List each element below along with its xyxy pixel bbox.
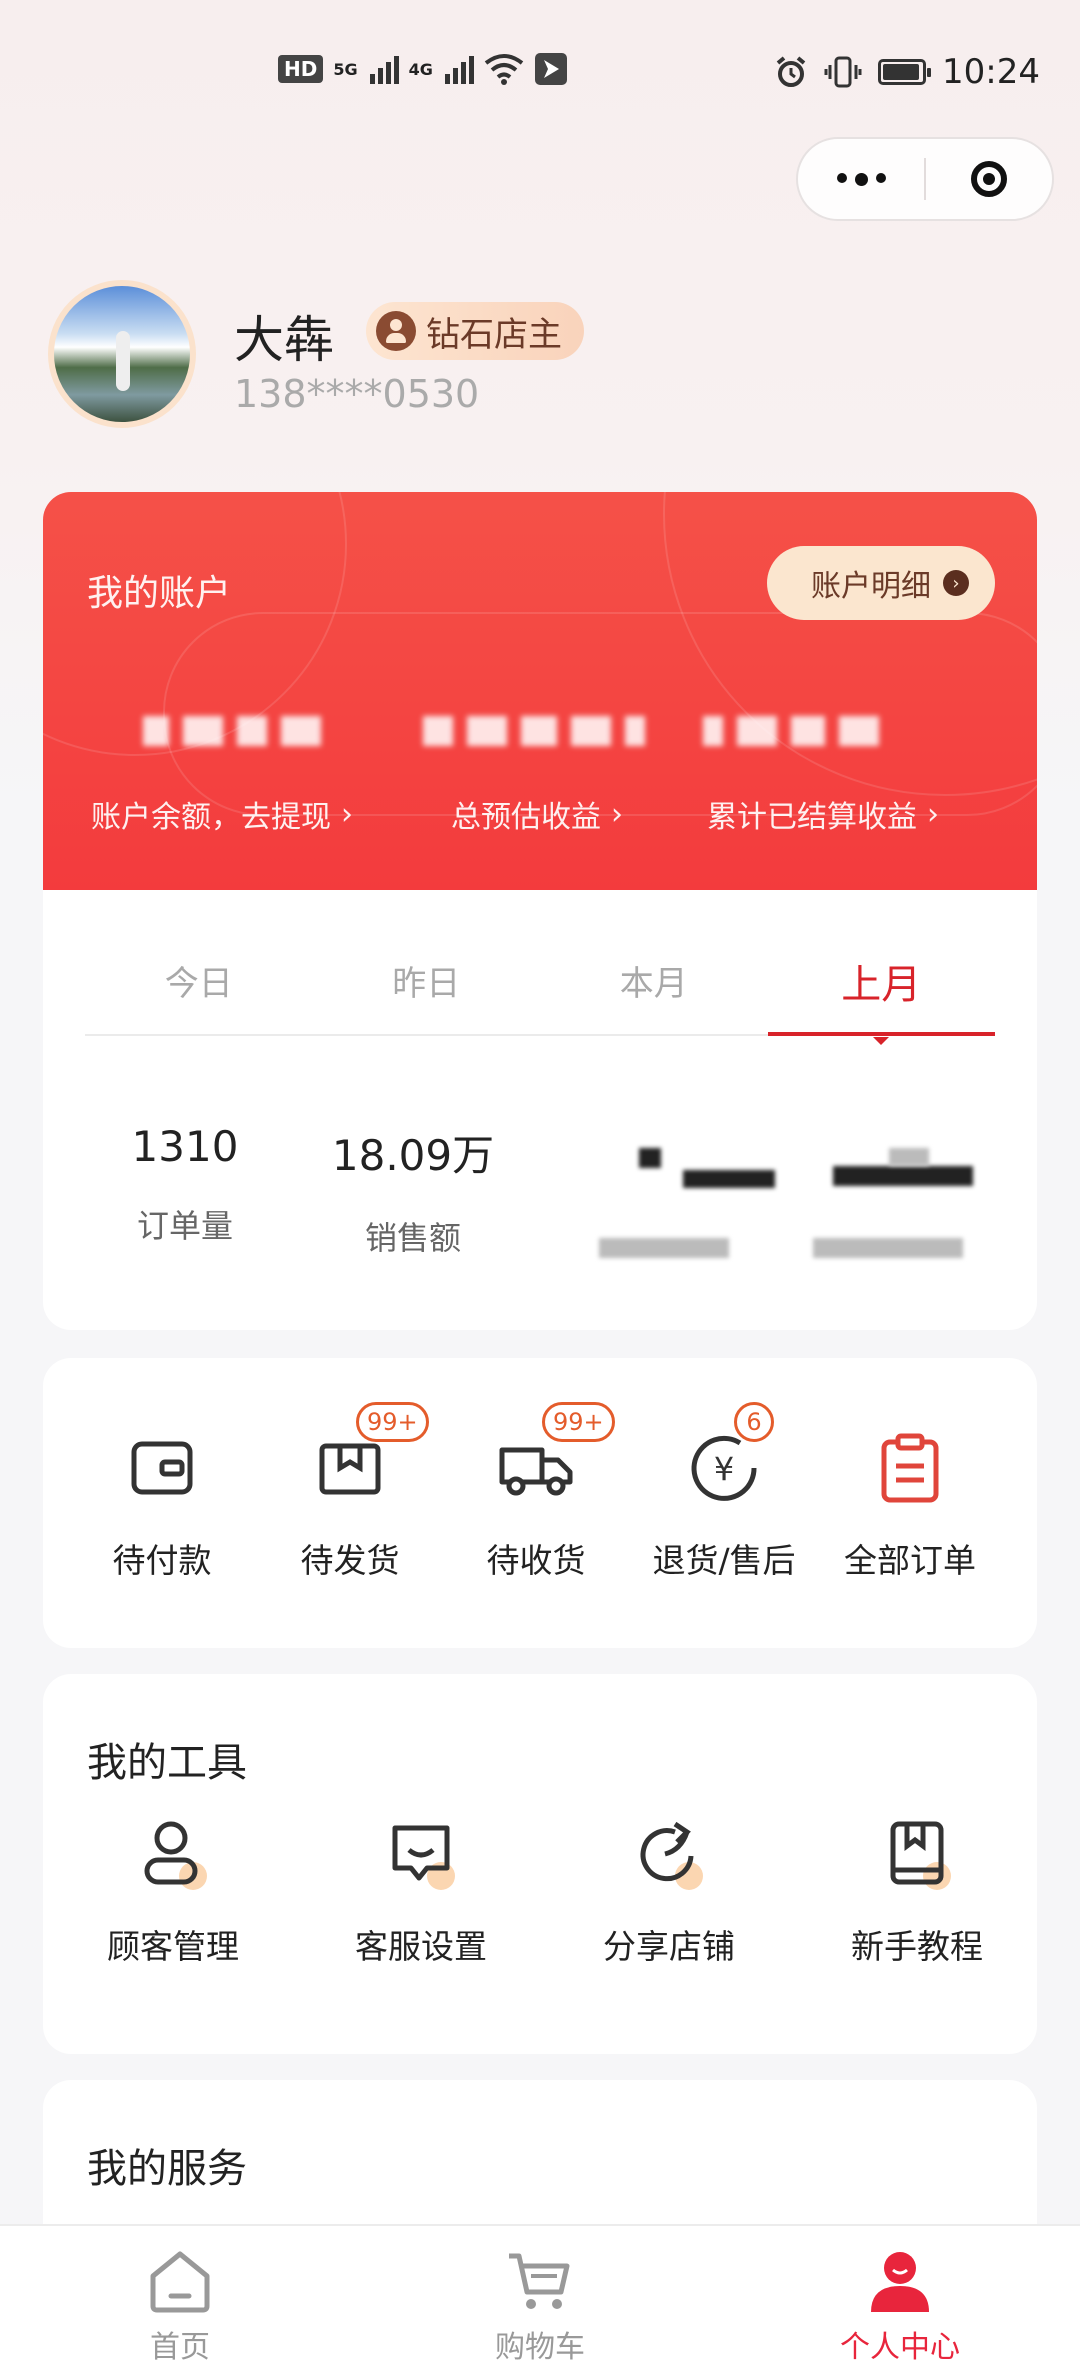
book-icon <box>877 1814 957 1894</box>
package-icon: 99+ <box>310 1402 429 1508</box>
alarm-icon <box>776 56 806 87</box>
user-icon <box>376 311 416 351</box>
order-refund-label: 退货/售后 <box>652 1541 796 1580</box>
nav-home-label: 首页 <box>150 2330 210 2365</box>
chevron-right-icon: › <box>927 796 939 832</box>
tab-today[interactable]: 今日 <box>85 950 313 1034</box>
order-pending-receipt-label: 待收货 <box>486 1541 586 1580</box>
order-all[interactable]: 全部订单 <box>815 1428 1005 1582</box>
settled-income-label: 累计已结算收益 <box>707 800 917 835</box>
tool-share-store-label: 分享店铺 <box>603 1927 735 1966</box>
order-pending-payment[interactable]: 待付款 <box>67 1428 257 1582</box>
status-left: HD 5G 4G <box>278 52 568 86</box>
nav-profile[interactable]: 个人中心 <box>720 2226 1080 2379</box>
account-detail-label: 账户明细 <box>811 569 931 604</box>
tab-last-month[interactable]: 上月 <box>767 950 996 1045</box>
signal-5g-icon <box>369 54 399 84</box>
stat-sales-label: 销售额 <box>364 1219 461 1257</box>
order-pending-receipt[interactable]: 99+ 待收货 <box>441 1402 631 1582</box>
stat-sales-value: 18.09万 <box>331 1131 495 1180</box>
order-all-label: 全部订单 <box>844 1541 976 1580</box>
account-card: 我的账户 账户明细 › 账户余额，去提现 › 总预估收益 › 累计已结算收益 › <box>43 492 1037 890</box>
nav-home[interactable]: 首页 <box>0 2226 360 2379</box>
signal-4g-label: 4G <box>408 59 433 79</box>
chat-icon <box>381 1814 461 1894</box>
estimated-income-link[interactable]: 总预估收益 › <box>451 792 623 836</box>
status-right: 10:24 <box>774 52 1040 92</box>
order-refund-badge: 6 <box>734 1402 774 1442</box>
account-title: 我的账户 <box>87 573 232 614</box>
tab-yesterday[interactable]: 昨日 <box>313 950 541 1034</box>
vibrate-icon <box>824 56 862 88</box>
balance-value-hidden <box>143 702 321 760</box>
target-icon[interactable] <box>926 161 1052 197</box>
order-pending-shipment-label: 待发货 <box>300 1541 400 1580</box>
tool-customer-service[interactable]: 客服设置 <box>301 1814 541 1968</box>
stat-orders: 1310 订单量 <box>71 1122 299 1247</box>
signal-5g-label: 5G <box>333 59 358 79</box>
home-icon <box>145 2246 215 2316</box>
order-pending-shipment-badge: 99+ <box>356 1402 429 1442</box>
status-time: 10:24 <box>942 52 1040 92</box>
cart-icon <box>505 2246 575 2316</box>
stat-sales: 18.09万 销售额 <box>299 1122 527 1259</box>
arrow-right-icon: › <box>943 570 969 596</box>
chevron-right-icon: › <box>341 796 353 832</box>
location-icon <box>534 53 567 85</box>
hd-icon: HD <box>278 55 324 83</box>
period-tabs: 今日 昨日 本月 上月 <box>85 950 996 1045</box>
status-bar: HD 5G 4G 10:24 <box>0 0 1080 150</box>
tool-share-store[interactable]: 分享店铺 <box>549 1814 789 1968</box>
order-pending-payment-label: 待付款 <box>112 1541 212 1580</box>
balance-label: 账户余额，去提现 <box>91 800 331 835</box>
estimated-income-value-hidden <box>423 702 645 760</box>
svg-text:¥: ¥ <box>714 1450 734 1488</box>
stat-orders-label: 订单量 <box>136 1207 233 1245</box>
nav-profile-label: 个人中心 <box>840 2330 960 2365</box>
more-dots-icon[interactable] <box>798 172 924 186</box>
order-pending-shipment[interactable]: 99+ 待发货 <box>255 1402 445 1582</box>
order-refund[interactable]: ¥ 6 退货/售后 <box>629 1402 819 1582</box>
chevron-right-icon: › <box>611 796 623 832</box>
balance-withdraw-link[interactable]: 账户余额，去提现 › <box>91 792 353 836</box>
settled-income-link[interactable]: 累计已结算收益 › <box>707 792 939 836</box>
battery-icon <box>878 59 932 85</box>
nav-cart-label: 购物车 <box>495 2330 585 2365</box>
settled-income-value-hidden <box>703 702 879 760</box>
tool-tutorial[interactable]: 新手教程 <box>797 1814 1037 1968</box>
clipboard-icon <box>870 1428 950 1508</box>
customer-icon <box>133 1814 213 1894</box>
level-label: 钻石店主 <box>426 314 562 355</box>
signal-4g-icon <box>444 54 474 84</box>
stats-card: 今日 昨日 本月 上月 1310 订单量 18.09万 销售额 <box>43 890 1037 1330</box>
profile-icon <box>865 2246 935 2316</box>
wallet-icon <box>122 1428 202 1508</box>
share-icon <box>629 1814 709 1894</box>
tool-customer-service-label: 客服设置 <box>355 1927 487 1966</box>
nav-cart[interactable]: 购物车 <box>360 2226 720 2379</box>
phone-number: 138****0530 <box>234 372 480 416</box>
avatar[interactable] <box>48 280 196 428</box>
wifi-icon <box>484 54 524 85</box>
orders-card: 待付款 99+ 待发货 99+ 待收货 ¥ 6 退货/售后 全部订单 <box>43 1358 1037 1648</box>
order-pending-receipt-badge: 99+ <box>542 1402 615 1442</box>
tool-customer-management[interactable]: 顾客管理 <box>53 1814 293 1968</box>
refund-icon: ¥ 6 <box>684 1402 774 1508</box>
bottom-nav: 首页 购物车 个人中心 <box>0 2224 1080 2379</box>
truck-icon: 99+ <box>496 1402 615 1508</box>
username: 大犇 <box>234 311 334 369</box>
tools-card: 我的工具 顾客管理 客服设置 分享店铺 新手教程 <box>43 1674 1037 2054</box>
tools-title: 我的工具 <box>87 1740 247 1786</box>
stat-orders-value: 1310 <box>131 1122 239 1171</box>
estimated-income-label: 总预估收益 <box>451 800 601 835</box>
services-title: 我的服务 <box>87 2146 247 2192</box>
miniprogram-capsule <box>796 137 1054 221</box>
account-detail-button[interactable]: 账户明细 › <box>767 546 995 620</box>
tool-customer-management-label: 顾客管理 <box>107 1927 239 1966</box>
tool-tutorial-label: 新手教程 <box>851 1927 983 1966</box>
tab-this-month[interactable]: 本月 <box>540 950 768 1034</box>
level-badge: 钻石店主 <box>366 302 584 360</box>
